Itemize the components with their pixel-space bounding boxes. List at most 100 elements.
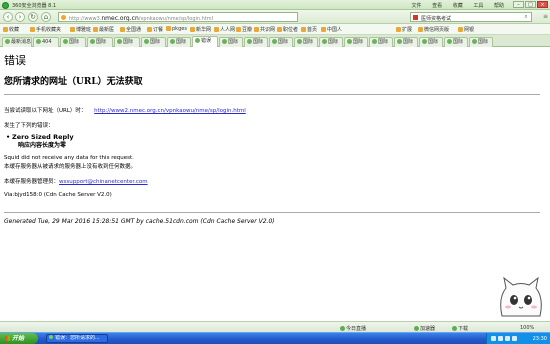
security-icon[interactable] [505, 336, 510, 341]
tab[interactable]: 国际 [244, 37, 268, 47]
favorites-item[interactable]: 收藏 [3, 26, 19, 33]
menu-bar: 文件 查看 收藏 工具 帮助 [403, 2, 504, 9]
site-favicon-icon [61, 15, 66, 20]
tab[interactable]: 国际 [369, 37, 393, 47]
mascot-cat-icon[interactable] [496, 276, 546, 321]
taskbar-browser-window[interactable]: 错误：您所请求的... [46, 334, 108, 343]
favorites-item[interactable]: 新华网 [190, 26, 211, 33]
back-button[interactable]: ‹ [3, 12, 13, 22]
favorites-item[interactable]: 全国通 [120, 26, 141, 33]
download-icon [452, 326, 457, 331]
folder-icon [30, 27, 35, 32]
folder-icon [147, 27, 152, 32]
wechat-icon [418, 27, 423, 32]
live-icon [340, 326, 345, 331]
window-title: 360安全浏览器 8.1 [12, 3, 57, 9]
favorites-bar: 收藏 手机收藏夹 博雅班 最新医 全国通 订餐 pkges 新华网 人人网 豆瓣… [0, 24, 550, 35]
tab-active[interactable]: 错误 [192, 36, 218, 47]
tab[interactable]: 国际 [444, 37, 468, 47]
address-bar[interactable]: http://www3.nmec.org.cn/vpnkaowu/nme/sp/… [58, 12, 298, 22]
home-button[interactable]: ⌂ [41, 12, 51, 22]
folder-icon [120, 27, 125, 32]
tab[interactable]: 国际 [319, 37, 343, 47]
attempt-url-link[interactable]: http://www2.nmec.org.cn/vpnkaowu/nme/sp/… [94, 108, 246, 114]
tab[interactable]: 404 [33, 37, 59, 47]
navigation-bar: ‹ › ↻ ⌂ http://www3.nmec.org.cn/vpnkaowu… [0, 10, 550, 24]
minimize-button[interactable]: – [513, 1, 524, 8]
close-button[interactable]: × [537, 1, 548, 8]
live-button[interactable]: 今日直播 [340, 325, 366, 332]
folder-icon [236, 27, 241, 32]
download-button[interactable]: 下载 [452, 325, 468, 332]
window-controls: – □ × [512, 1, 548, 8]
network-icon[interactable] [491, 336, 496, 341]
accelerator-button[interactable]: 加速器 [414, 325, 435, 332]
favorites-item[interactable]: 订餐 [147, 26, 163, 33]
favorites-item[interactable]: 扩展 [396, 26, 412, 33]
clock[interactable]: 23:30 [533, 336, 547, 342]
divider [4, 212, 540, 213]
tab[interactable]: 国际 [269, 37, 293, 47]
menu-view[interactable]: 查看 [432, 2, 442, 9]
star-icon [3, 27, 8, 32]
menu-file[interactable]: 文件 [412, 2, 422, 9]
refresh-button[interactable]: ↻ [28, 12, 38, 22]
folder-icon [301, 27, 306, 32]
tab[interactable]: 国际 [344, 37, 368, 47]
tab-favicon-icon [36, 39, 41, 44]
tab[interactable]: 国际 [219, 37, 243, 47]
folder-icon [166, 26, 171, 31]
tab[interactable]: 国际 [394, 37, 418, 47]
tab[interactable]: 国际 [87, 37, 113, 47]
attempt-line: 当尝试读取以下网址（URL）时： http://www2.nmec.org.cn… [4, 106, 246, 114]
tab[interactable]: 国际 [294, 37, 318, 47]
tab-favicon-icon [144, 39, 149, 44]
favorites-item[interactable]: 职位者 [277, 26, 298, 33]
toolbar-menu-icon[interactable]: ≡ [543, 13, 548, 20]
menu-tools[interactable]: 工具 [473, 2, 483, 9]
menu-help[interactable]: 帮助 [494, 2, 504, 9]
favorites-item[interactable]: 手机收藏夹 [30, 26, 61, 33]
folder-icon [190, 27, 195, 32]
forward-button[interactable]: › [15, 12, 25, 22]
tab[interactable]: 最新消息 [2, 37, 32, 47]
search-icon[interactable]: ⌕ [522, 14, 530, 21]
favorites-item[interactable]: 豆瓣 [236, 26, 252, 33]
volume-icon[interactable] [498, 336, 503, 341]
tab[interactable]: 国际 [114, 37, 140, 47]
favorites-item[interactable]: 微信网页版 [418, 26, 449, 33]
error-subtitle: 响应内容长度为零 [18, 142, 67, 149]
favorites-item[interactable]: 最新医 [93, 26, 114, 33]
favorites-item[interactable]: pkges [166, 26, 187, 32]
taskbar: 开始 错误：您所请求的... 23:30 [0, 332, 550, 344]
favorites-item[interactable]: 人人网 [214, 26, 235, 33]
tab-favicon-icon [195, 38, 200, 43]
browser-title-bar: 360安全浏览器 8.1 文件 查看 收藏 工具 帮助 – □ × [0, 0, 550, 10]
favorites-item[interactable]: 首页 [301, 26, 317, 33]
menu-favorites[interactable]: 收藏 [453, 2, 463, 9]
favorites-item[interactable]: 中国人 [321, 26, 342, 33]
tab-favicon-icon [422, 39, 427, 44]
squid-message-cn: 本缓存服务器从被请求的服务器上没有收到任何数据。 [4, 164, 137, 170]
attempt-label: 当尝试读取以下网址（URL）时： [4, 108, 87, 114]
maximize-button[interactable]: □ [525, 1, 536, 8]
favorites-item[interactable]: 网银 [458, 26, 474, 33]
tab[interactable]: 国际 [60, 37, 86, 47]
favorites-item[interactable]: 共识网 [254, 26, 275, 33]
search-box[interactable]: 医师资格考试 ⌕ [410, 12, 532, 22]
tab[interactable]: 国际 [469, 37, 493, 47]
extension-icon [396, 27, 401, 32]
folder-icon [277, 27, 282, 32]
start-button[interactable]: 开始 [0, 333, 38, 344]
tab[interactable]: 国际 [419, 37, 443, 47]
zoom-level[interactable]: 100% [520, 325, 534, 331]
tab[interactable]: 国际 [141, 37, 166, 47]
ime-icon[interactable] [512, 336, 517, 341]
tab[interactable]: 国际 [167, 37, 191, 47]
admin-email-link[interactable]: wssupport@chinanetcenter.com [59, 179, 148, 185]
tab-favicon-icon [63, 39, 68, 44]
browser-logo-icon [2, 1, 9, 9]
favorites-item[interactable]: 博雅班 [70, 26, 91, 33]
status-bar: 今日直播 加速器 下载 100% [0, 321, 550, 332]
tab-bar: 最新消息 404 国际 国际 国际 错误 国际 国际 国际 国际 国际 国际 国… [0, 35, 550, 47]
